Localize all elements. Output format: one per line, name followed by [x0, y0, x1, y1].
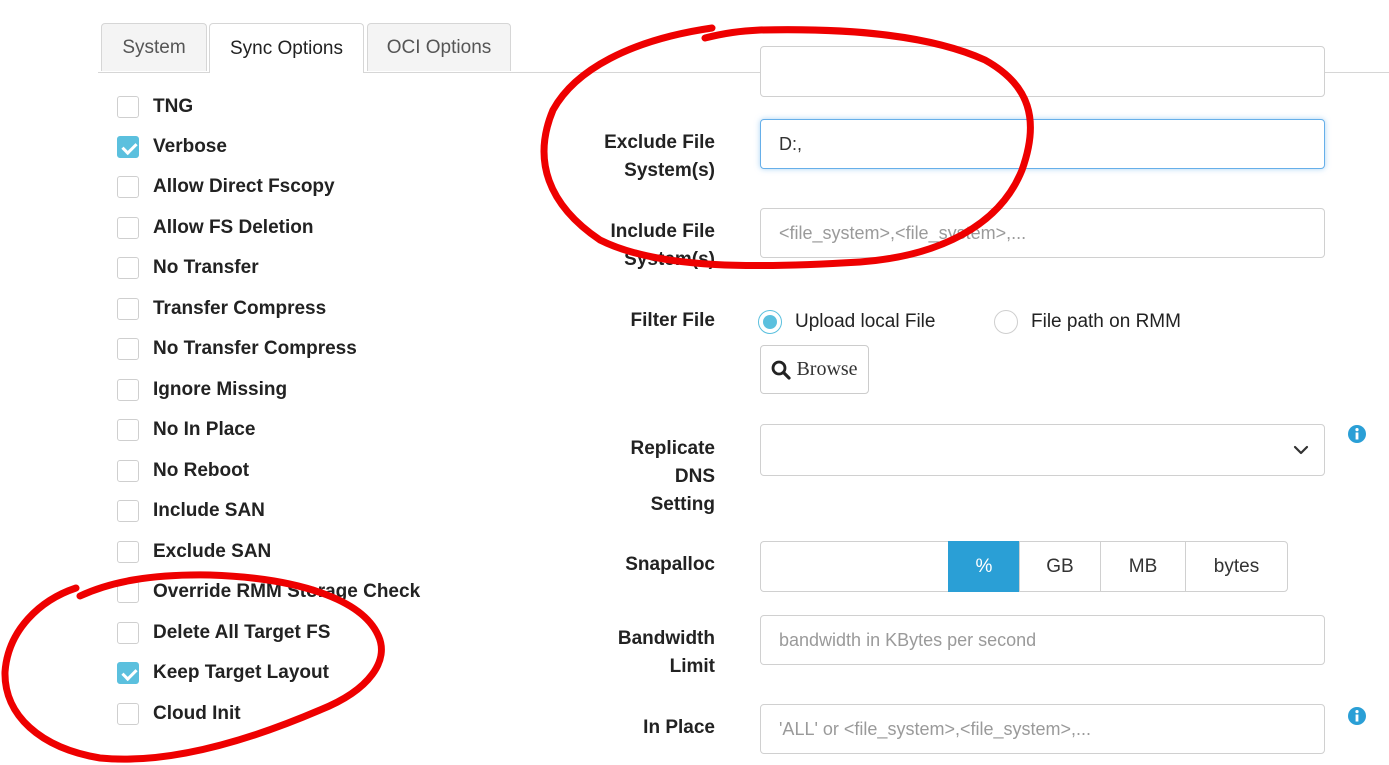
option-label: No Transfer [153, 257, 259, 278]
checkbox[interactable] [117, 257, 139, 279]
tab-system[interactable]: System [101, 23, 207, 71]
radio-label: File path on RMM [1031, 311, 1181, 332]
option-no-reboot[interactable]: No Reboot [117, 458, 249, 484]
checkbox[interactable] [117, 176, 139, 198]
checkbox[interactable] [117, 703, 139, 725]
checkbox[interactable] [117, 338, 139, 360]
option-keep-target-layout[interactable]: Keep Target Layout [117, 660, 329, 686]
bandwidth-limit-label: Bandwidth Limit [617, 628, 715, 677]
checkbox[interactable] [117, 541, 139, 563]
search-icon [772, 360, 792, 380]
option-no-in-place[interactable]: No In Place [117, 417, 255, 443]
option-label: Override RMM Storage Check [153, 581, 421, 602]
unit-percent-button[interactable]: % [948, 541, 1020, 592]
scrolled-input[interactable] [760, 46, 1325, 97]
checkbox[interactable] [117, 460, 139, 482]
checkbox[interactable] [117, 419, 139, 441]
browse-label: Browse [796, 358, 858, 380]
option-verbose[interactable]: Verbose [117, 134, 227, 160]
option-label: Verbose [153, 136, 227, 157]
replicate-dns-label: Replicate DNS Setting [630, 438, 715, 515]
checkbox[interactable] [117, 217, 139, 239]
radio-button[interactable] [758, 310, 782, 334]
option-include-san[interactable]: Include SAN [117, 498, 265, 524]
checkbox[interactable] [117, 298, 139, 320]
option-no-transfer[interactable]: No Transfer [117, 255, 259, 281]
option-allow-fs-deletion[interactable]: Allow FS Deletion [117, 215, 313, 241]
unit-bytes-button[interactable]: bytes [1185, 541, 1288, 592]
unit-mb-button[interactable]: MB [1100, 541, 1186, 592]
checkbox[interactable] [117, 581, 139, 603]
option-label: Keep Target Layout [153, 662, 329, 683]
option-tng[interactable]: TNG [117, 94, 193, 120]
checkbox[interactable] [117, 662, 139, 684]
option-delete-all-target-fs[interactable]: Delete All Target FS [117, 620, 330, 646]
option-no-transfer-compress[interactable]: No Transfer Compress [117, 336, 357, 362]
option-label: Include SAN [153, 500, 265, 521]
checkbox[interactable] [117, 622, 139, 644]
option-cloud-init[interactable]: Cloud Init [117, 701, 241, 727]
option-label: TNG [153, 96, 194, 117]
option-label: Allow FS Deletion [153, 217, 314, 238]
option-allow-direct-fscopy[interactable]: Allow Direct Fscopy [117, 174, 335, 200]
option-label: No Transfer Compress [153, 338, 357, 359]
snapalloc-input[interactable] [760, 541, 949, 592]
radio-button[interactable] [994, 310, 1018, 334]
option-label: Exclude SAN [153, 541, 272, 562]
browse-button[interactable]: Browse [760, 345, 869, 394]
option-exclude-san[interactable]: Exclude SAN [117, 539, 271, 565]
exclude-fs-input[interactable] [760, 119, 1325, 169]
chevron-down-icon [1293, 445, 1309, 455]
tab-sync-options[interactable]: Sync Options [209, 23, 364, 73]
option-label: Delete All Target FS [153, 622, 331, 643]
snapalloc-label: Snapalloc [625, 554, 715, 575]
unit-gb-button[interactable]: GB [1019, 541, 1101, 592]
include-fs-label: Include File System(s) [610, 221, 715, 270]
checkbox[interactable] [117, 379, 139, 401]
checkbox[interactable] [117, 96, 139, 118]
option-label: Allow Direct Fscopy [153, 176, 335, 197]
radio-label: Upload local File [795, 311, 936, 332]
info-icon[interactable] [1347, 424, 1367, 444]
radio-upload-local-file[interactable]: Upload local File [758, 308, 935, 336]
option-label: Transfer Compress [153, 298, 327, 319]
option-transfer-compress[interactable]: Transfer Compress [117, 296, 326, 322]
in-place-label: In Place [643, 717, 715, 738]
option-label: Cloud Init [153, 703, 241, 724]
option-label: Ignore Missing [153, 379, 288, 400]
filter-file-label: Filter File [630, 310, 715, 331]
bandwidth-limit-input[interactable] [760, 615, 1325, 665]
checkbox[interactable] [117, 136, 139, 158]
option-override-rmm-storage-check[interactable]: Override RMM Storage Check [117, 579, 420, 605]
include-fs-input[interactable] [760, 208, 1325, 258]
option-label: No In Place [153, 419, 256, 440]
option-label: No Reboot [153, 460, 250, 481]
radio-file-path-on-rmm[interactable]: File path on RMM [994, 308, 1181, 336]
in-place-input[interactable] [760, 704, 1325, 754]
info-icon[interactable] [1347, 706, 1367, 726]
exclude-fs-label: Exclude File System(s) [604, 132, 715, 181]
replicate-dns-select[interactable] [760, 424, 1325, 476]
tab-oci-options[interactable]: OCI Options [367, 23, 511, 71]
option-ignore-missing[interactable]: Ignore Missing [117, 377, 287, 403]
checkbox[interactable] [117, 500, 139, 522]
